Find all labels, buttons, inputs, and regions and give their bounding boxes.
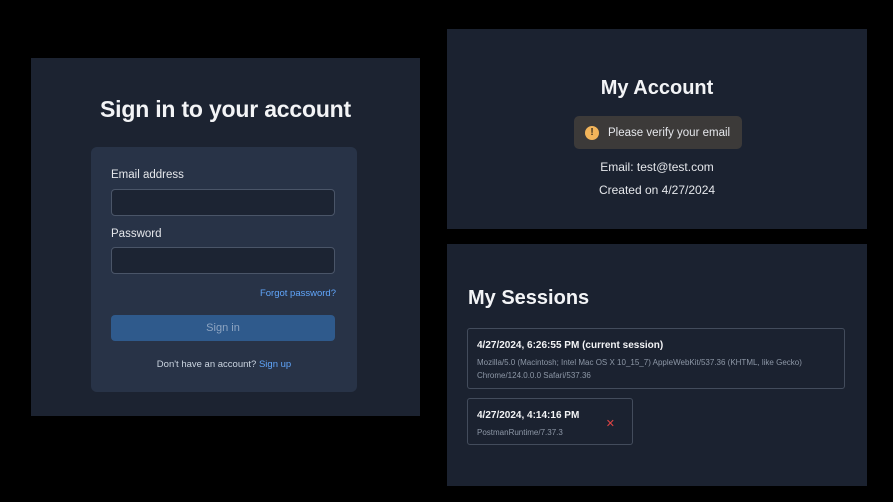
close-icon[interactable]: ✕ <box>606 417 615 430</box>
session-item: 4/27/2024, 4:14:16 PM PostmanRuntime/7.3… <box>467 398 633 445</box>
session-user-agent: Mozilla/5.0 (Macintosh; Intel Mac OS X 1… <box>477 357 802 382</box>
sign-up-link[interactable]: Sign up <box>259 359 291 370</box>
user-agent-line: Mozilla/5.0 (Macintosh; Intel Mac OS X 1… <box>477 358 802 367</box>
verify-email-alert: ! Please verify your email <box>574 116 742 149</box>
no-account-text: Don't have an account? <box>156 359 257 370</box>
sessions-title: My Sessions <box>468 287 590 309</box>
password-label: Password <box>111 228 162 240</box>
email-label: Email address <box>111 169 184 181</box>
session-item-current: 4/27/2024, 6:26:55 PM (current session) … <box>467 328 845 389</box>
signup-row: Don't have an account? Sign up <box>91 359 357 370</box>
sessions-panel: My Sessions 4/27/2024, 6:26:55 PM (curre… <box>447 244 867 486</box>
warning-icon: ! <box>585 125 599 140</box>
sign-in-button[interactable]: Sign in <box>111 315 335 341</box>
user-agent-line: Chrome/124.0.0.0 Safari/537.36 <box>477 370 591 380</box>
session-title: 4/27/2024, 6:26:55 PM (current session) <box>477 340 664 351</box>
alert-text: Please verify your email <box>608 126 731 139</box>
session-user-agent: PostmanRuntime/7.37.3 <box>477 428 563 437</box>
signin-card: Email address Password Forgot password? … <box>91 147 357 392</box>
email-input[interactable] <box>111 189 335 216</box>
account-email: Email: test@test.com <box>600 160 714 174</box>
forgot-password-link[interactable]: Forgot password? <box>260 288 336 299</box>
account-panel: My Account ! Please verify your email Em… <box>447 29 867 229</box>
signin-panel: Sign in to your account Email address Pa… <box>31 58 420 416</box>
account-created: Created on 4/27/2024 <box>598 183 716 197</box>
signin-title: Sign in to your account <box>100 96 351 122</box>
password-input[interactable] <box>111 247 335 274</box>
account-title: My Account <box>600 77 714 99</box>
session-title: 4/27/2024, 4:14:16 PM <box>477 410 580 421</box>
